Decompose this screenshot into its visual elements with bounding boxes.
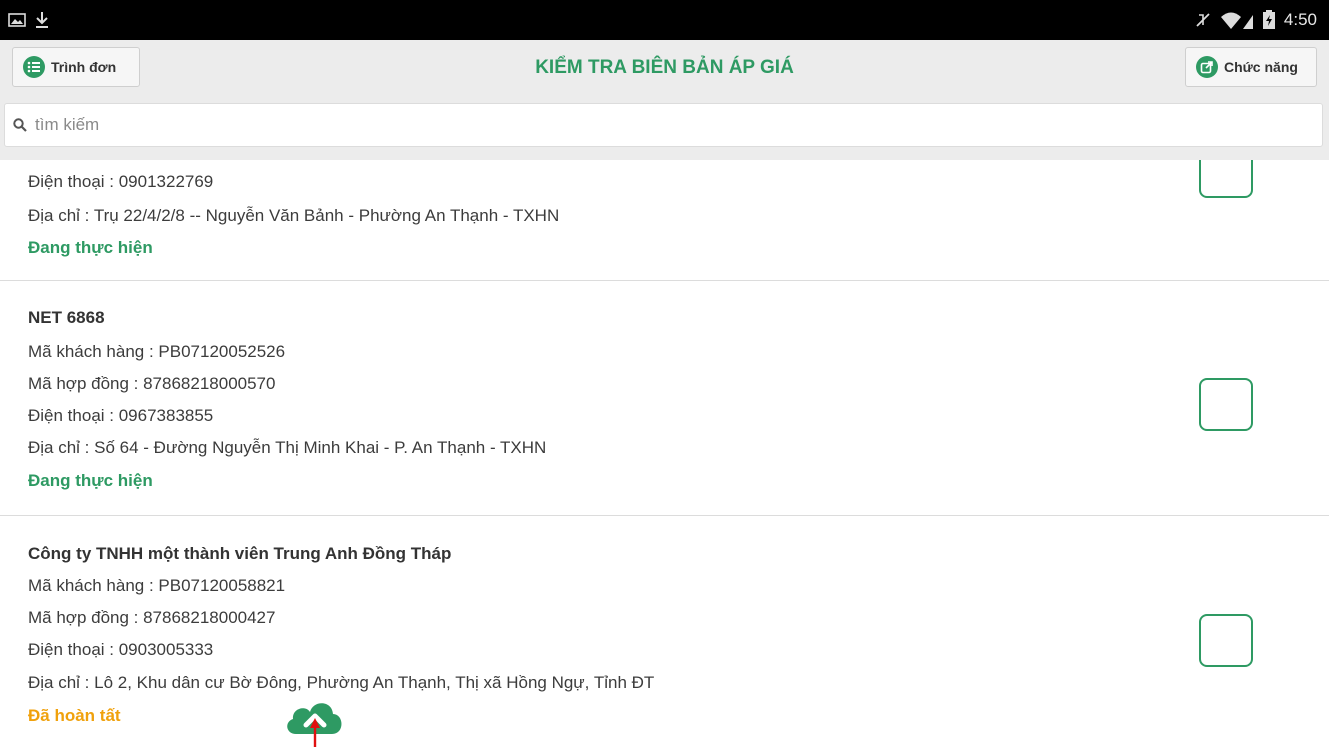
pointer-arrow-icon bbox=[310, 718, 320, 747]
notification-icons bbox=[8, 0, 50, 40]
search-box[interactable] bbox=[4, 103, 1323, 147]
search-input[interactable] bbox=[35, 115, 1235, 135]
search-icon bbox=[13, 118, 27, 132]
status-time: 4:50 bbox=[1283, 10, 1317, 29]
status-bar: 4:50 bbox=[0, 0, 1329, 40]
function-button[interactable]: Chức năng bbox=[1185, 47, 1317, 87]
list-item[interactable]: Công ty TNHH một thành viên Trung Anh Đồ… bbox=[0, 516, 1329, 747]
system-icons: 4:50 bbox=[1194, 0, 1317, 40]
item-status: Đã hoàn tất bbox=[28, 706, 121, 725]
list-item[interactable]: Điện thoại : 0901322769 Địa chỉ : Trụ 22… bbox=[0, 160, 1329, 281]
wifi-signal-icon bbox=[1220, 12, 1253, 29]
image-notification-icon bbox=[8, 13, 26, 27]
search-bar bbox=[0, 98, 1329, 160]
item-name: Công ty TNHH một thành viên Trung Anh Đồ… bbox=[28, 544, 452, 563]
item-customer-code: Mã khách hàng : PB07120052526 bbox=[28, 342, 286, 361]
page-title: KIỂM TRA BIÊN BẢN ÁP GIÁ bbox=[535, 57, 794, 78]
list-item[interactable]: NET 6868 Mã khách hàng : PB07120052526 M… bbox=[0, 281, 1329, 516]
item-status: Đang thực hiện bbox=[28, 471, 153, 490]
app-header: Trình đơn KIỂM TRA BIÊN BẢN ÁP GIÁ Chức … bbox=[0, 40, 1329, 98]
item-contract-code: Mã hợp đồng : 87868218000427 bbox=[28, 608, 276, 627]
item-phone: Điện thoại : 0903005333 bbox=[28, 640, 214, 659]
item-status: Đang thực hiện bbox=[28, 238, 153, 257]
item-address: Địa chỉ : Trụ 22/4/2/8 -- Nguyễn Văn Bản… bbox=[28, 206, 560, 225]
item-address: Địa chỉ : Lô 2, Khu dân cư Bờ Đông, Phườ… bbox=[28, 673, 655, 692]
item-address: Địa chỉ : Số 64 - Đường Nguyễn Thị Minh … bbox=[28, 438, 547, 457]
item-checkbox[interactable] bbox=[1199, 160, 1253, 198]
item-checkbox[interactable] bbox=[1199, 378, 1253, 431]
download-notification-icon bbox=[36, 12, 48, 28]
function-button-label: Chức năng bbox=[1224, 59, 1298, 75]
item-name: NET 6868 bbox=[28, 308, 105, 327]
share-icon bbox=[1196, 56, 1218, 78]
mute-icon bbox=[1196, 13, 1210, 27]
item-contract-code: Mã hợp đồng : 87868218000570 bbox=[28, 374, 276, 393]
item-phone: Điện thoại : 0967383855 bbox=[28, 406, 214, 425]
item-phone: Điện thoại : 0901322769 bbox=[28, 172, 214, 191]
battery-icon bbox=[1262, 10, 1275, 29]
record-list: Điện thoại : 0901322769 Địa chỉ : Trụ 22… bbox=[0, 160, 1329, 747]
item-checkbox[interactable] bbox=[1199, 614, 1253, 667]
item-customer-code: Mã khách hàng : PB07120058821 bbox=[28, 576, 286, 595]
